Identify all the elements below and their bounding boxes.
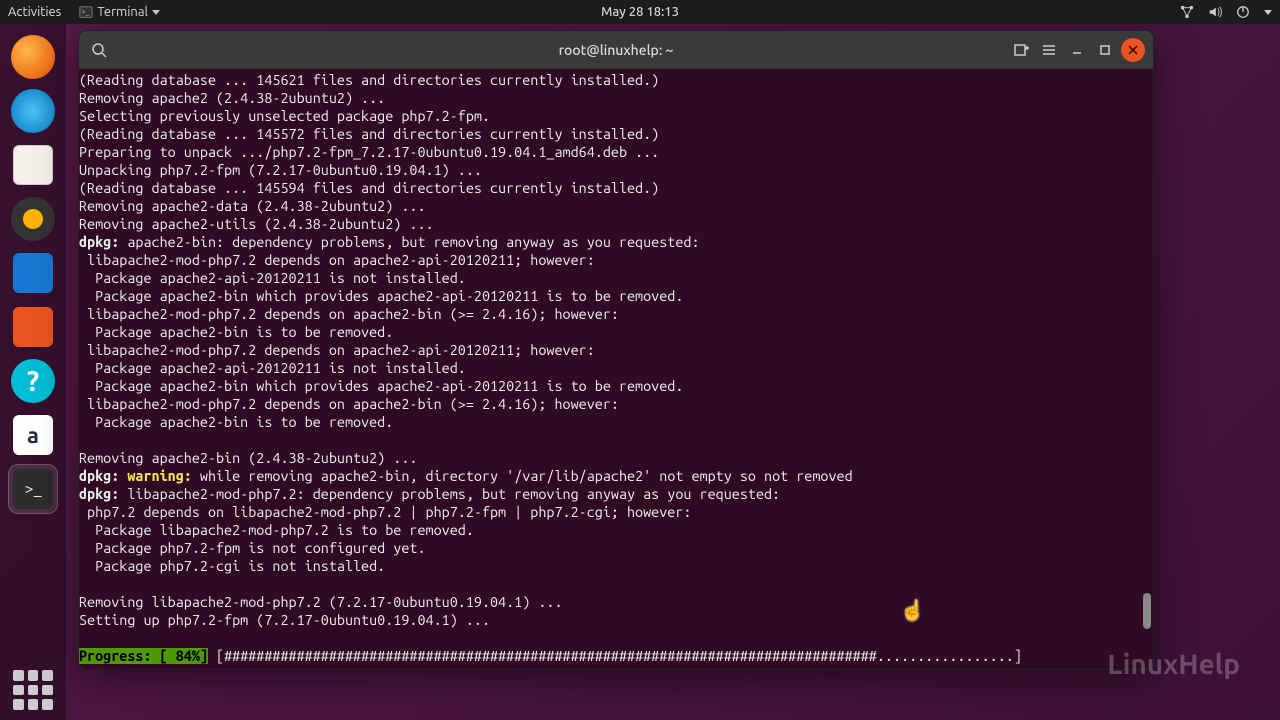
progress-label: Progress: [ 84%] bbox=[79, 648, 208, 664]
terminal-headerbar: root@linuxhelp: ~ bbox=[79, 31, 1153, 69]
progress-bar: [#######################################… bbox=[208, 648, 1030, 664]
dock-show-apps[interactable] bbox=[13, 670, 53, 710]
app-menu-label: Terminal bbox=[97, 5, 148, 19]
window-title: root@linuxhelp: ~ bbox=[559, 42, 674, 58]
power-icon[interactable] bbox=[1236, 5, 1250, 19]
network-icon[interactable] bbox=[1180, 5, 1194, 19]
menu-icon[interactable] bbox=[1037, 38, 1061, 62]
top-panel: Activities >_ Terminal May 28 18:13 bbox=[0, 0, 1280, 24]
dock-terminal[interactable]: >_ bbox=[8, 464, 58, 514]
search-icon[interactable] bbox=[87, 38, 111, 62]
new-tab-icon[interactable] bbox=[1009, 38, 1033, 62]
dock-writer[interactable] bbox=[8, 248, 58, 298]
app-menu[interactable]: >_ Terminal bbox=[79, 5, 160, 19]
minimize-button[interactable] bbox=[1065, 38, 1089, 62]
clock[interactable]: May 28 18:13 bbox=[601, 5, 679, 19]
chevron-down-icon[interactable] bbox=[1264, 10, 1272, 15]
svg-text:>_: >_ bbox=[82, 8, 90, 16]
dock-help[interactable]: ? bbox=[8, 356, 58, 406]
close-button[interactable] bbox=[1121, 38, 1145, 62]
terminal-window: root@linuxhelp: ~ (Reading database ... … bbox=[78, 30, 1154, 670]
dock-amazon[interactable]: a bbox=[8, 410, 58, 460]
scrollbar-thumb[interactable] bbox=[1143, 593, 1151, 629]
dock-rhythmbox[interactable] bbox=[8, 194, 58, 244]
dock-software[interactable] bbox=[8, 302, 58, 352]
dock: ? a >_ bbox=[0, 24, 66, 720]
volume-icon[interactable] bbox=[1208, 5, 1222, 19]
activities-button[interactable]: Activities bbox=[8, 5, 61, 19]
dock-thunderbird[interactable] bbox=[8, 86, 58, 136]
dock-firefox[interactable] bbox=[8, 32, 58, 82]
chevron-down-icon bbox=[152, 10, 160, 15]
terminal-output[interactable]: (Reading database ... 145621 files and d… bbox=[79, 69, 1153, 669]
terminal-app-icon: >_ bbox=[79, 5, 93, 19]
maximize-button[interactable] bbox=[1093, 38, 1117, 62]
dock-files[interactable] bbox=[8, 140, 58, 190]
